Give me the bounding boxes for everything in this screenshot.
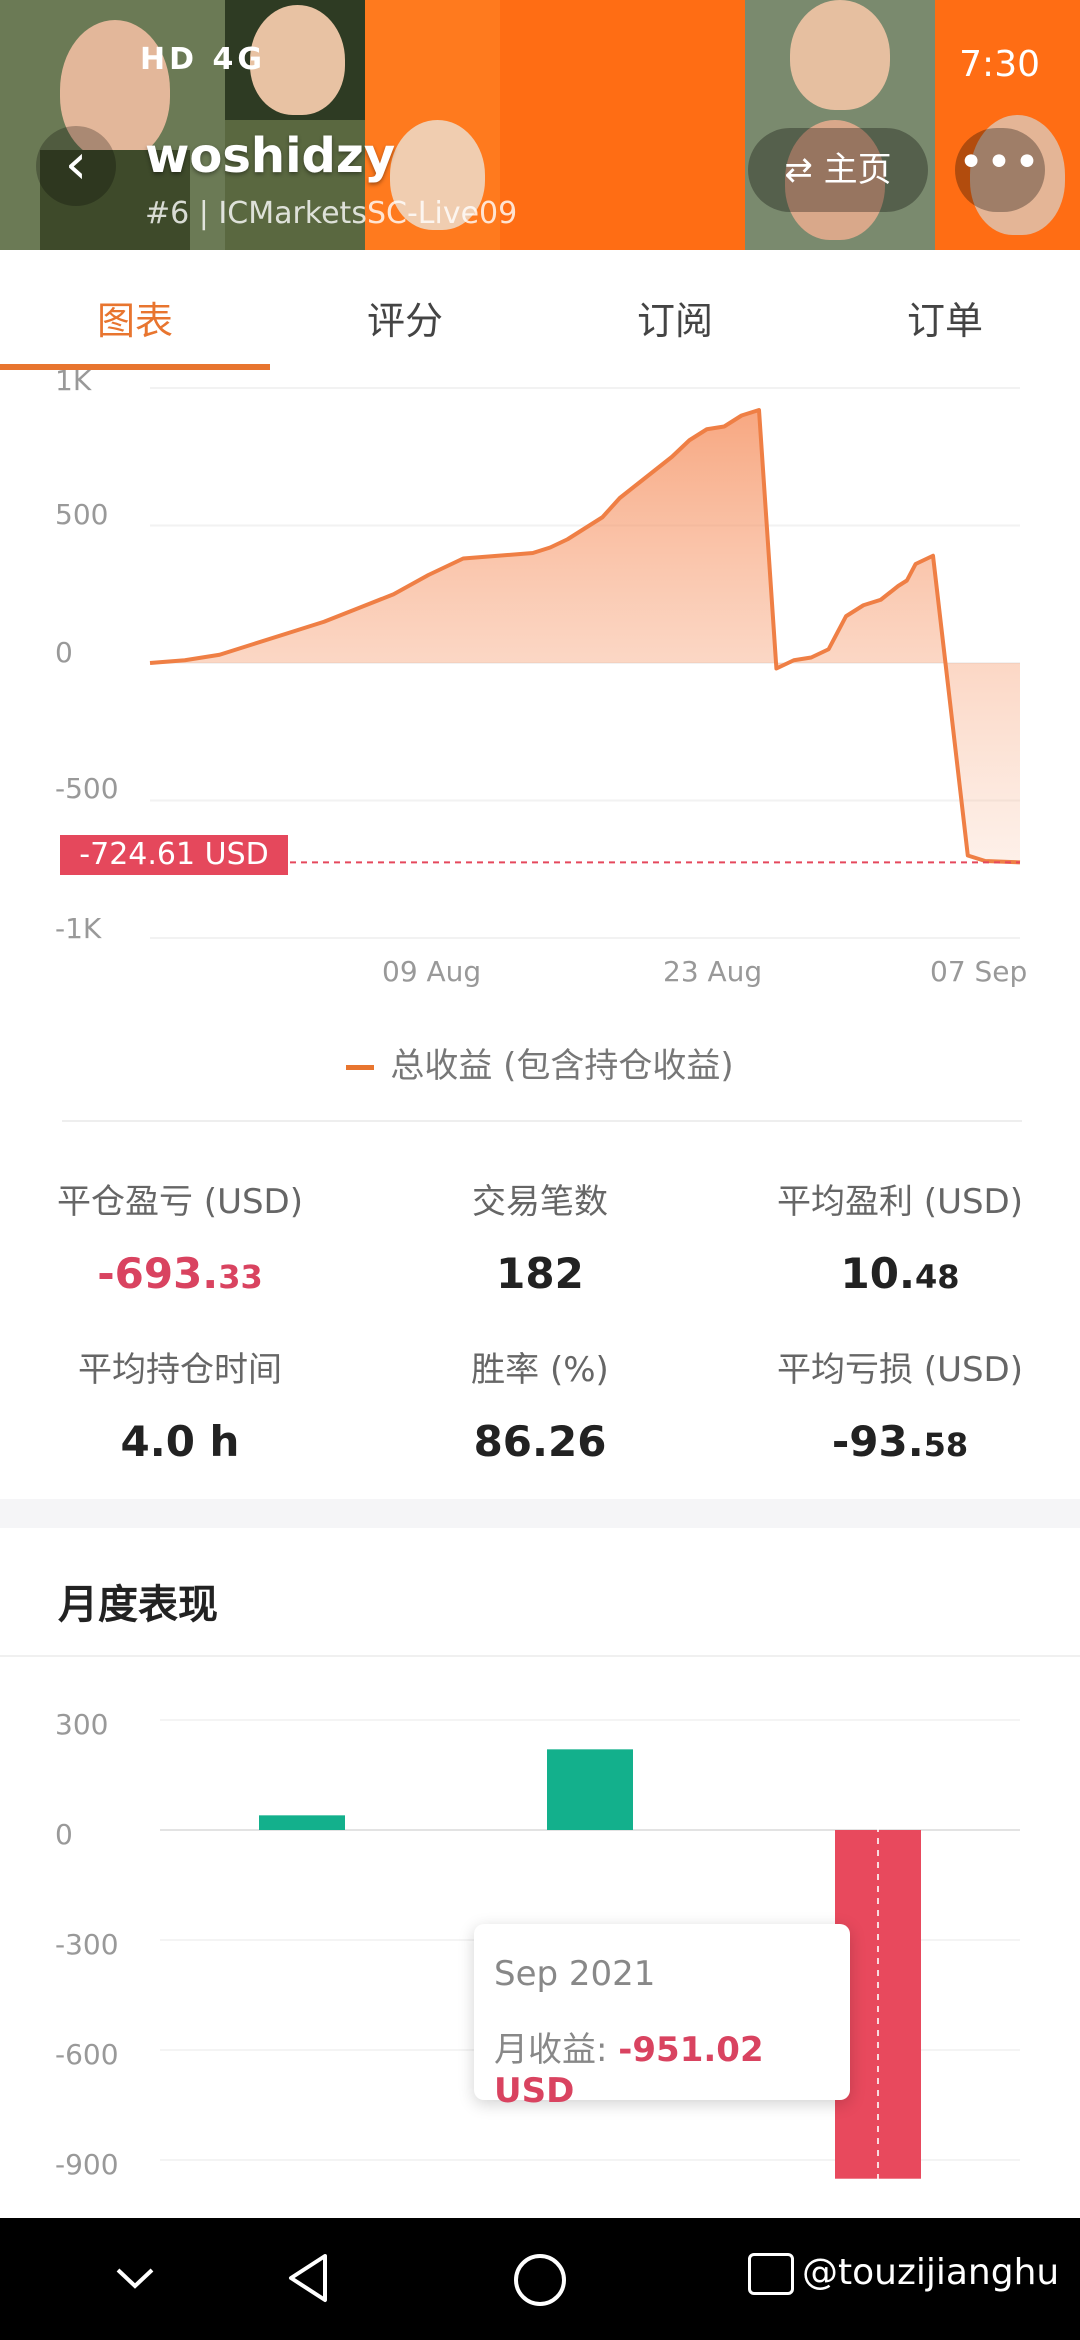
swap-arrows-icon: ⇄: [784, 150, 824, 190]
stat-avg-profit: 平均盈利 (USD) 10.48: [720, 1174, 1080, 1298]
chevron-down-icon[interactable]: [110, 2258, 160, 2298]
stat-avg-hold-time: 平均持仓时间 4.0 h: [0, 1342, 360, 1466]
stat-avg-loss: 平均亏损 (USD) -93.58: [720, 1342, 1080, 1466]
month-bar[interactable]: [547, 1749, 633, 1830]
stat-value: 10.48: [840, 1249, 960, 1298]
stat-value: 4.0 h: [120, 1417, 240, 1466]
x-tick-label: 07 Sep: [930, 955, 1028, 988]
stat-value: -93.58: [831, 1417, 969, 1466]
tooltip-month: Sep 2021: [494, 1954, 656, 1994]
legend-label: 总收益 (包含持仓收益): [390, 1046, 734, 1086]
status-time: 7:30: [959, 44, 1040, 85]
tab-bar: 图表 评分 订阅 订单: [0, 250, 1080, 376]
tab-rating[interactable]: 评分: [270, 290, 540, 345]
chevron-left-icon: ‹: [64, 132, 88, 197]
tooltip-value-row: 月收益: -951.02 USD: [494, 2022, 850, 2111]
weibo-icon: [748, 2253, 794, 2295]
x-tick-label: 23 Aug: [663, 955, 763, 988]
bar-tooltip: Sep 2021 月收益: -951.02 USD: [474, 1924, 850, 2111]
more-dots-icon: •••: [958, 137, 1042, 188]
back-triangle-icon[interactable]: [283, 2250, 333, 2306]
more-button[interactable]: •••: [955, 128, 1045, 212]
divider: [62, 1120, 1022, 1122]
home-circle-icon[interactable]: [510, 2250, 570, 2310]
stat-label: 平均亏损 (USD): [777, 1350, 1023, 1390]
stat-win-rate: 胜率 (%) 86.26: [360, 1342, 720, 1466]
stat-label: 胜率 (%): [471, 1350, 609, 1390]
status-bar: HD 4G 7:30: [140, 38, 1060, 98]
month-bar[interactable]: [259, 1815, 345, 1830]
stat-label: 平均持仓时间: [78, 1350, 282, 1390]
signal-wifi-icon: HD 4G: [140, 42, 266, 77]
home-label: 主页: [823, 150, 892, 190]
page-title: woshidzy: [145, 128, 396, 184]
tab-orders[interactable]: 订单: [810, 290, 1080, 345]
divider: [0, 1655, 1080, 1657]
stat-value: 86.26: [473, 1417, 607, 1466]
stat-closed-pnl: 平仓盈亏 (USD) -693.33: [0, 1174, 360, 1298]
back-button[interactable]: ‹: [36, 126, 116, 206]
x-tick-label: 09 Aug: [382, 955, 482, 988]
account-subtitle: #6 | ICMarketsSC-Live09: [145, 196, 518, 231]
watermark: @touzijianghu: [748, 2252, 1059, 2295]
legend-swatch: [346, 1065, 375, 1070]
tooltip-label: 月收益:: [494, 2030, 608, 2070]
home-button[interactable]: ⇄ 主页: [748, 128, 928, 212]
chart-legend[interactable]: 总收益 (包含持仓收益): [0, 1038, 1080, 1087]
stat-label: 平均盈利 (USD): [777, 1182, 1023, 1222]
stat-label: 平仓盈亏 (USD): [57, 1182, 303, 1222]
stat-value: 182: [496, 1249, 584, 1298]
active-tab-indicator: [0, 364, 270, 370]
section-title: 月度表现: [58, 1582, 218, 1628]
stat-label: 交易笔数: [472, 1182, 608, 1222]
stat-trade-count: 交易笔数 182: [360, 1174, 720, 1298]
tab-subscribe[interactable]: 订阅: [540, 290, 810, 345]
equity-chart[interactable]: [0, 374, 1080, 974]
tab-chart[interactable]: 图表: [0, 290, 270, 345]
current-value-tag: -724.61 USD: [60, 835, 288, 875]
stat-value: -693.33: [97, 1249, 263, 1298]
